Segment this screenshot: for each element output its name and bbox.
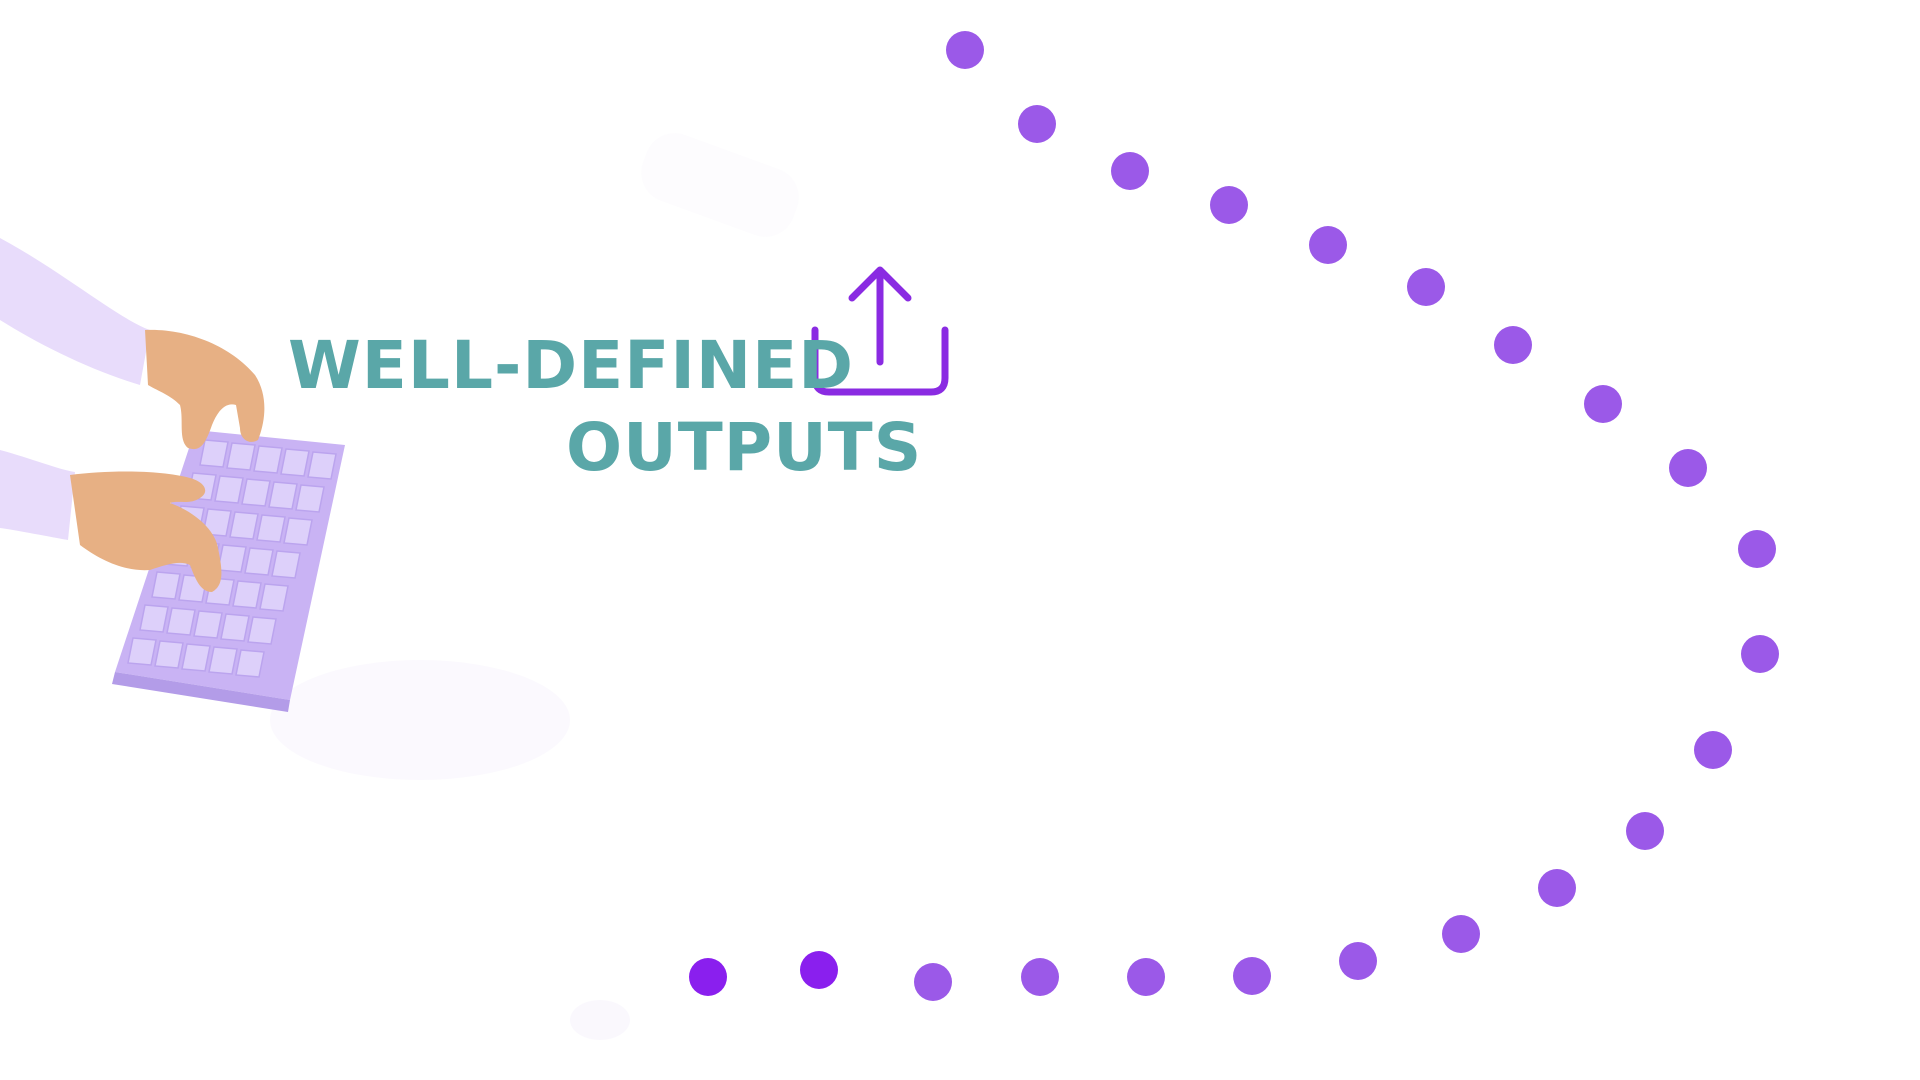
keyboard-key: [283, 517, 313, 546]
path-dot: [1442, 915, 1480, 953]
hands-typing-keyboard-illustration: [0, 238, 345, 712]
path-dot: [800, 951, 838, 989]
path-dot: [1233, 957, 1271, 995]
keyboard-key: [217, 544, 247, 573]
lower-hand: [70, 471, 222, 592]
keyboard-key: [235, 649, 265, 678]
upper-sleeve: [0, 238, 150, 385]
keyboard-key: [199, 439, 229, 468]
path-dot: [1538, 869, 1576, 907]
keyboard-key: [247, 616, 277, 645]
path-dot: [1694, 731, 1732, 769]
keyboard-key: [226, 442, 256, 471]
keyboard-key: [154, 640, 184, 669]
title-line-2: OUTPUTS: [566, 409, 923, 486]
keyboard-key: [229, 511, 259, 540]
keyboard-key: [181, 643, 211, 672]
keyboard-key: [244, 547, 274, 576]
path-dot: [1018, 105, 1056, 143]
path-dot: [1339, 942, 1377, 980]
keyboard-key: [208, 646, 238, 675]
keyboard-key: [151, 571, 181, 600]
path-dot: [1741, 635, 1779, 673]
keyboard-key: [307, 451, 337, 480]
path-dot: [1111, 152, 1149, 190]
background-ghost-shapes: [270, 133, 799, 1040]
keyboard-key: [193, 610, 223, 639]
title-line-1: WELL-DEFINED: [288, 327, 855, 404]
keyboard-key: [268, 481, 298, 510]
lower-sleeve: [0, 450, 75, 540]
path-dot: [1407, 268, 1445, 306]
keyboard-key: [259, 583, 289, 612]
path-dot: [1738, 530, 1776, 568]
keyboard-key: [271, 550, 301, 579]
keyboard-key: [241, 478, 271, 507]
keyboard-key: [253, 445, 283, 474]
path-dot: [689, 958, 727, 996]
path-dot: [1309, 226, 1347, 264]
keyboard-key: [127, 637, 157, 666]
upper-hand: [145, 329, 265, 450]
scene: [0, 31, 1779, 1040]
keyboard-key: [139, 604, 169, 633]
keyboard-key: [166, 607, 196, 636]
path-dot: [914, 963, 952, 1001]
path-dot: [1210, 186, 1248, 224]
keyboard-key: [214, 475, 244, 504]
keyboard-key: [220, 613, 250, 642]
path-dot: [1626, 812, 1664, 850]
keyboard-key: [256, 514, 286, 543]
path-dot: [1584, 385, 1622, 423]
path-dot: [1127, 958, 1165, 996]
dotted-path: [689, 31, 1779, 1001]
keyboard-key: [295, 484, 325, 513]
keyboard-key: [232, 580, 262, 609]
path-dot: [1494, 326, 1532, 364]
path-dot: [946, 31, 984, 69]
keyboard-key: [280, 448, 310, 477]
path-dot: [1021, 958, 1059, 996]
path-dot: [1669, 449, 1707, 487]
